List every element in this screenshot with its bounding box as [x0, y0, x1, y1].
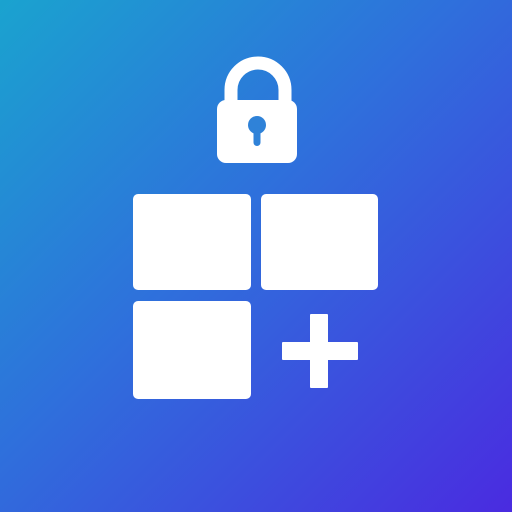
lock-icon [217, 56, 297, 163]
lock-shackle [224, 56, 292, 112]
grid-tile-top-right [261, 194, 378, 290]
locked-grid-add-icon [133, 56, 378, 399]
plus-icon [282, 314, 358, 388]
app-icon-background [0, 0, 512, 512]
grid-tile-top-left [133, 194, 251, 290]
grid-tile-bottom-left [133, 301, 251, 399]
